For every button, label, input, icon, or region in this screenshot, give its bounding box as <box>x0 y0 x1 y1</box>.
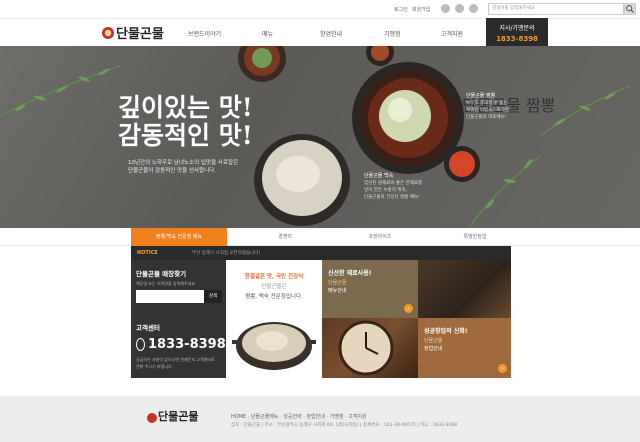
clock-icon <box>338 320 394 376</box>
join-link[interactable]: 회원가입 <box>412 6 430 13</box>
notice-label: NOTICE <box>137 250 158 256</box>
tab-menu[interactable]: 짬뽕/백숙 전문점 메뉴 <box>131 228 227 246</box>
store-search-input[interactable] <box>136 290 204 303</box>
tab-bar <box>0 228 640 246</box>
open-sub: 단물곤물 <box>424 338 443 344</box>
tab-franchise[interactable]: 프랜차이즈 <box>345 228 415 246</box>
customer-center-phone: 1833-8398 <box>148 337 226 352</box>
promo-dish-image <box>232 322 316 370</box>
dish2-desc-2: 넣어 만든 누룽지 백숙, <box>364 188 407 193</box>
footer-info: 상호 : 단물곤물 | 주소 : 부산광역시 동래구 사직로 60, 1층(사직… <box>231 423 458 428</box>
menu-startup[interactable]: 창업안내 <box>320 29 342 38</box>
menu-stores[interactable]: 가맹점 <box>384 29 401 38</box>
menu-support[interactable]: 고객지원 <box>441 29 463 38</box>
store-finder-title: 단물곤물 매장찾기 <box>136 270 187 278</box>
promo-line2: 단물곤물은 <box>261 284 287 290</box>
hero-title-line2: 감동적인 맛! <box>118 121 253 150</box>
notice-bar <box>131 246 511 260</box>
customer-center-note-2: 전화 주시기 바랍니다. <box>136 364 173 369</box>
footer-nav[interactable]: HOME · 단물곤물메뉴 · 성공전략 · 창업안내 · 가맹점 · 고객지원 <box>231 413 367 420</box>
menu-brand-story[interactable]: 브랜드이야기 <box>188 29 221 38</box>
search-button[interactable] <box>624 3 636 15</box>
fresh-menu: 메뉴안내 <box>328 288 347 294</box>
dish2-caption-title: 단물곤물 백숙 <box>364 173 394 179</box>
dish2-desc-3: 단물곤물의 건강식 명품 메뉴! <box>364 195 420 200</box>
tab-competitiveness[interactable]: 경쟁력 <box>250 228 320 246</box>
open-guide: 창업안내 <box>424 346 443 352</box>
hero-illustration <box>0 46 631 227</box>
hero-banner: 단물곤물 짬뽕 <box>0 46 640 228</box>
clock-photo-tile <box>322 318 418 378</box>
fresh-title: 신선한 재료사용! <box>328 270 372 277</box>
facebook-icon[interactable] <box>441 4 450 13</box>
footer-logo: 단물곤물 <box>158 410 199 423</box>
store-search-button[interactable]: 검색 <box>204 290 222 303</box>
notice-text[interactable]: 부산 동래구 사직점 오픈하였습니다! <box>192 250 260 256</box>
twitter-icon[interactable] <box>455 4 464 13</box>
login-link[interactable]: 로그인 <box>394 6 408 13</box>
hero-desc-line1: 10년간의 노하우로 남녀노소의 입맛을 사로잡은 <box>128 160 239 166</box>
customer-center-note-1: 궁금하신 사항이 있으시면 언제든지 고객센터로 <box>136 357 215 362</box>
menu-menu[interactable]: 메뉴 <box>262 29 273 38</box>
food-photo-tile <box>418 260 511 318</box>
fresh-arrow-icon[interactable]: › <box>404 304 413 313</box>
promo-line1: 한결같은 맛, 국민 건강식 <box>244 274 304 280</box>
search-input[interactable]: 검색어를 입력해주세요 <box>488 3 624 15</box>
phone-icon <box>136 338 145 351</box>
logo-text: 단물곤물 <box>116 27 164 42</box>
fresh-sub: 단물곤물 <box>328 280 347 286</box>
blog-icon[interactable] <box>469 4 478 13</box>
dish1-desc-3: 단물곤물의 대표메뉴! <box>466 115 507 120</box>
dish1-desc-2: 특별한 비법소스로 만든 <box>466 108 511 113</box>
dish2-desc-1: 엄선된 원재료와 좋은 한재료를 <box>364 181 423 186</box>
search-icon <box>626 5 634 13</box>
promo-line3: 짬뽕, 백숙 전문점입니다. <box>245 294 303 300</box>
hero-desc-line2: 단물곤물이 감동적인 맛을 선사합니다. <box>128 168 216 174</box>
franchise-inquiry[interactable]: 지사/가맹문의 1833-8398 <box>486 18 548 46</box>
tab-special-startup[interactable]: 특별한창업 <box>440 228 510 246</box>
franchise-phone: 1833-8398 <box>496 35 538 43</box>
dish1-desc-1: 누구도 흉내낼 수 없는 <box>466 101 508 106</box>
dish1-caption-title: 단물곤물 짬뽕 <box>466 93 496 99</box>
customer-center-title: 고객센터 <box>136 324 160 332</box>
open-arrow-icon[interactable]: › <box>498 364 507 373</box>
franchise-title: 지사/가맹문의 <box>499 25 535 32</box>
open-title: 성공창업의 신화! <box>424 328 468 335</box>
store-finder-hint: 해당명 또는 지역명을 입력해주세요 <box>136 281 196 286</box>
